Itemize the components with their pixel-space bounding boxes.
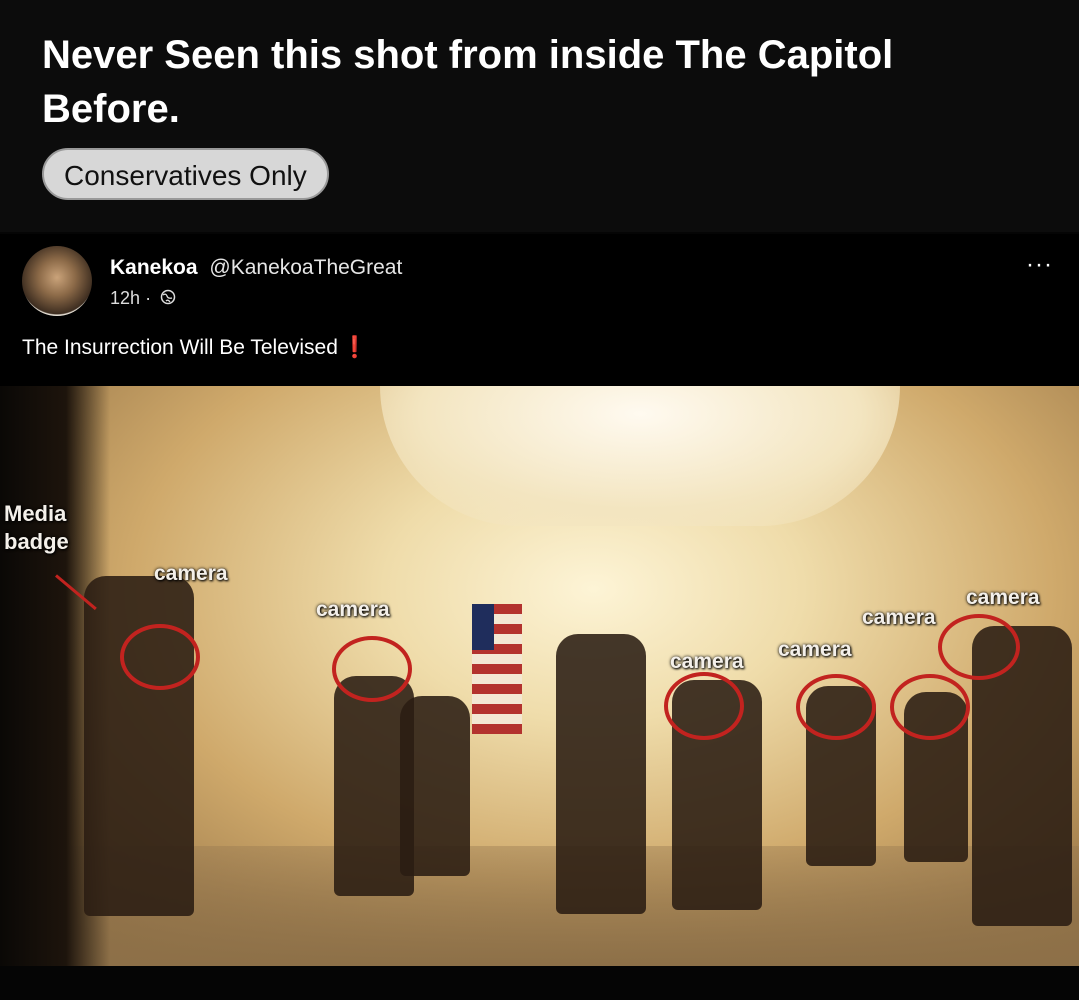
camera-label: camera xyxy=(670,650,744,673)
camera-label: camera xyxy=(862,606,936,629)
camera-label: camera xyxy=(316,598,390,621)
exclamation-icon: ❗ xyxy=(341,336,369,359)
flag-image xyxy=(472,604,522,734)
camera-label: camera xyxy=(154,562,228,585)
post-text-body: The Insurrection Will Be Televised xyxy=(22,336,338,359)
post-text: The Insurrection Will Be Televised ❗ xyxy=(22,336,368,360)
author-line: Kanekoa @KanekoaTheGreat xyxy=(110,256,402,280)
camera-label: camera xyxy=(966,586,1040,609)
post-header: Never Seen this shot from inside The Cap… xyxy=(0,0,1079,232)
camera-circle xyxy=(120,624,200,690)
author-handle[interactable]: @KanekoaTheGreat xyxy=(209,256,402,279)
post-time[interactable]: 12h xyxy=(110,288,140,308)
media-badge-label: Media badge xyxy=(4,501,69,554)
group-tag-button[interactable]: Conservatives Only xyxy=(42,148,329,200)
post-photo[interactable]: Media badge camera camera camera camera … xyxy=(0,386,1079,966)
avatar[interactable] xyxy=(22,246,92,316)
globe-icon xyxy=(160,289,176,310)
post-meta: 12h · xyxy=(110,288,176,310)
photo-ceiling xyxy=(380,386,900,526)
camera-circle xyxy=(664,672,744,740)
camera-label: camera xyxy=(778,638,852,661)
meta-separator: · xyxy=(145,288,152,308)
footer-bar xyxy=(0,966,1079,1000)
camera-circle xyxy=(890,674,970,740)
camera-circle xyxy=(796,674,876,740)
more-options-icon[interactable]: ··· xyxy=(1026,253,1053,277)
person-figure xyxy=(400,696,470,876)
person-figure xyxy=(556,634,646,914)
camera-circle xyxy=(938,614,1020,680)
headline: Never Seen this shot from inside The Cap… xyxy=(42,33,894,131)
embedded-post: Kanekoa @KanekoaTheGreat 12h · ··· The I… xyxy=(0,234,1079,386)
camera-circle xyxy=(332,636,412,702)
author-name[interactable]: Kanekoa xyxy=(110,256,198,279)
